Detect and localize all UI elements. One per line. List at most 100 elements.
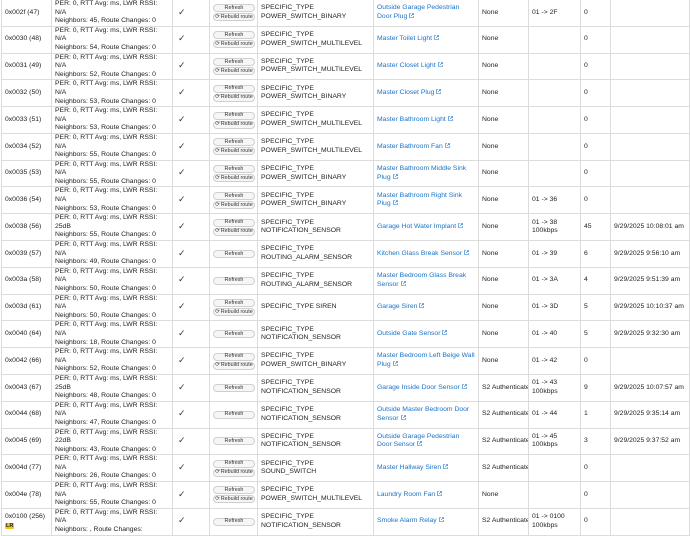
hops-cell: 0	[580, 52, 611, 81]
node-id-cell: 0x0035 (53)	[1, 159, 52, 188]
device-name-cell: Master Bedroom Left Beige Wall Plug	[373, 347, 479, 375]
stats-neighbors-line: Neighbors: 50, Route Changes: 0	[55, 285, 156, 292]
count-value: 0	[584, 8, 588, 16]
device-link[interactable]: Master Bathroom Light	[377, 116, 453, 123]
security-cell: None	[478, 0, 529, 27]
security-value: None	[482, 249, 499, 257]
device-link[interactable]: Outside Gate Sensor	[377, 330, 448, 337]
rebuild-route-icon: ⟳	[215, 121, 220, 128]
actions-cell: Refresh ⟳ Rebuild route	[209, 0, 258, 27]
device-link[interactable]: Master Hallway Siren	[377, 464, 449, 471]
refresh-button[interactable]: Refresh	[213, 486, 255, 495]
node-id: 0x0044 (68)	[5, 410, 42, 418]
refresh-button[interactable]: Refresh	[213, 191, 255, 200]
rebuild-route-button[interactable]: ⟳ Rebuild route	[213, 120, 255, 129]
hops-cell: 9	[580, 373, 611, 402]
route-cell	[528, 25, 581, 54]
device-type-line1: SPECIFIC_TYPE	[261, 57, 314, 65]
device-type-line1: SPECIFIC_TYPE SIREN	[261, 303, 337, 311]
device-link[interactable]: Garage Hot Water Implant	[377, 223, 463, 230]
refresh-button[interactable]: Refresh	[213, 138, 255, 147]
rebuild-route-icon: ⟳	[215, 14, 220, 21]
refresh-button[interactable]: Refresh	[213, 459, 255, 468]
device-link[interactable]: Smoke Alarm Relay	[377, 517, 444, 524]
device-link[interactable]: Master Bathroom Middle Sink Plug	[377, 165, 466, 181]
stats-cell: PER: 0, RTT Avg: ms, LWR RSSI: N/A Neigh…	[51, 52, 173, 81]
rebuild-route-button[interactable]: ⟳ Rebuild route	[213, 468, 255, 477]
device-type-line1: SPECIFIC_TYPE NOTIFICATION_SENSOR	[261, 379, 341, 395]
refresh-button[interactable]: Refresh	[213, 517, 255, 526]
device-link[interactable]: Master Bathroom Right Sink Plug	[377, 192, 462, 208]
refresh-button[interactable]: Refresh	[213, 276, 255, 285]
external-link-icon	[392, 361, 398, 366]
check-icon: ✓	[178, 381, 186, 392]
rebuild-route-button[interactable]: ⟳ Rebuild route	[213, 147, 255, 156]
rebuild-route-button[interactable]: ⟳ Rebuild route	[213, 307, 255, 316]
long-range-badge: LR	[5, 522, 15, 530]
device-link[interactable]: Laundry Room Fan	[377, 491, 442, 498]
device-type-line1: SPECIFIC_TYPE SOUND_SWITCH	[261, 459, 317, 476]
device-name-cell: Laundry Room Fan	[373, 481, 479, 509]
device-link[interactable]: Garage Siren	[377, 303, 425, 310]
refresh-button[interactable]: Refresh	[213, 249, 255, 258]
rebuild-route-button[interactable]: ⟳ Rebuild route	[213, 174, 255, 183]
node-id: 0x0033 (51)	[5, 115, 42, 123]
rebuild-route-button[interactable]: ⟳ Rebuild route	[213, 200, 255, 209]
refresh-button[interactable]: Refresh	[213, 31, 255, 40]
status-cell: ✓	[172, 106, 210, 134]
table-row: 0x002f (47) PER: 0, RTT Avg: ms, LWR RSS…	[1, 0, 690, 27]
device-link[interactable]: Outside Garage Pedestrian Door Sensor	[377, 433, 459, 449]
device-link[interactable]: Master Closet Light	[377, 62, 443, 69]
refresh-button[interactable]: Refresh	[213, 218, 255, 227]
device-link[interactable]: Master Bathroom Fan	[377, 143, 450, 150]
status-cell: ✓	[172, 373, 210, 402]
refresh-button[interactable]: Refresh	[213, 165, 255, 174]
stats-neighbors-line: Neighbors: 49, Route Changes: 0	[55, 258, 156, 266]
device-name-cell: Master Closet Plug	[373, 79, 479, 108]
node-id-cell: 0x004d (77)	[1, 454, 52, 483]
hops-cell: 0	[580, 79, 611, 108]
refresh-button[interactable]: Refresh	[213, 4, 255, 13]
node-id: 0x003a (58)	[5, 276, 42, 284]
status-cell: ✓	[172, 320, 210, 349]
device-link[interactable]: Garage Inside Door Sensor	[377, 384, 467, 391]
rebuild-route-button[interactable]: ⟳ Rebuild route	[213, 13, 255, 22]
check-icon: ✓	[178, 113, 186, 124]
external-link-icon	[417, 441, 422, 447]
refresh-button[interactable]: Refresh	[213, 298, 255, 307]
actions-cell: Refresh ⟳ Rebuild route	[209, 293, 258, 322]
check-icon: ✓	[178, 274, 186, 285]
stats-cell: PER: 0, RTT Avg: ms, LWR RSSI: N/A Neigh…	[51, 159, 173, 188]
device-link[interactable]: Master Bedroom Glass Break Sensor	[377, 272, 466, 288]
count-value: 0	[584, 356, 588, 364]
device-link[interactable]: Master Bedroom Left Beige Wall Plug	[377, 352, 475, 368]
last-seen-cell	[610, 132, 690, 161]
refresh-button[interactable]: Refresh	[213, 437, 255, 446]
refresh-button[interactable]: Refresh	[213, 410, 255, 419]
node-id: 0x0035 (53)	[5, 169, 42, 177]
rebuild-route-button[interactable]: ⟳ Rebuild route	[213, 227, 255, 236]
rebuild-route-button[interactable]: ⟳ Rebuild route	[213, 361, 255, 370]
stats-per-line: PER: 0, RTT Avg: ms, LWR RSSI: 25dB	[55, 374, 158, 391]
security-value: S2 Authenticated	[482, 383, 529, 391]
rebuild-route-button[interactable]: ⟳ Rebuild route	[213, 93, 255, 102]
device-link[interactable]: Kitchen Glass Break Sensor	[377, 250, 469, 257]
refresh-button[interactable]: Refresh	[213, 330, 255, 339]
rebuild-route-button[interactable]: ⟳ Rebuild route	[213, 66, 255, 75]
rebuild-route-button[interactable]: ⟳ Rebuild route	[213, 495, 255, 504]
table-row: 0x0031 (49) PER: 0, RTT Avg: ms, LWR RSS…	[1, 52, 690, 81]
device-link[interactable]: Master Closet Plug	[377, 89, 442, 96]
stats-per-line: PER: 0, RTT Avg: ms, LWR RSSI: N/A	[55, 160, 158, 177]
refresh-button[interactable]: Refresh	[213, 57, 255, 66]
refresh-button[interactable]: Refresh	[213, 84, 255, 93]
refresh-button[interactable]: Refresh	[213, 383, 255, 392]
rebuild-route-button[interactable]: ⟳ Rebuild route	[213, 40, 255, 49]
device-link[interactable]: Master Toilet Light	[377, 35, 439, 42]
device-link[interactable]: Outside Master Bedroom Door Sensor	[377, 406, 469, 422]
refresh-button[interactable]: Refresh	[213, 111, 255, 120]
rebuild-route-icon: ⟳	[215, 94, 220, 101]
table-body: 0x002f (47) PER: 0, RTT Avg: ms, LWR RSS…	[1, 0, 690, 536]
security-value: S2 Authenticated	[482, 437, 529, 445]
refresh-button[interactable]: Refresh	[213, 352, 255, 361]
device-link[interactable]: Outside Garage Pedestrian Door Plug	[377, 4, 459, 20]
